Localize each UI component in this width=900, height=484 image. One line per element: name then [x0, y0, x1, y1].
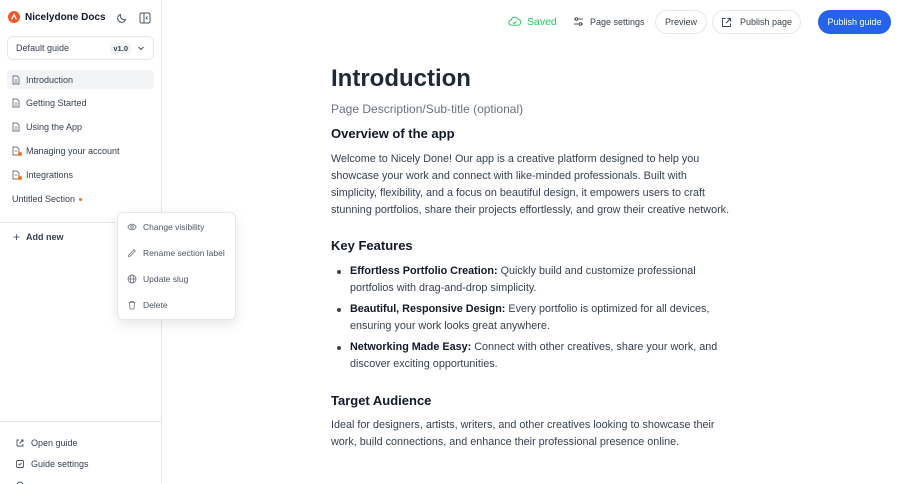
nav-item-label: Managing your account [26, 145, 120, 156]
guide-settings-label: Guide settings [31, 459, 89, 469]
divider [0, 222, 116, 223]
unpublished-dot [79, 197, 83, 201]
features-heading[interactable]: Key Features [331, 238, 413, 253]
eye-icon [127, 223, 137, 231]
add-new-label: Add new [26, 232, 64, 242]
nav-item-integrations[interactable]: Integrations [7, 165, 154, 184]
nav-item-label: Introduction [26, 74, 74, 85]
menu-item-rename-section-label[interactable]: Rename section label [127, 248, 225, 258]
saved-label: Saved [527, 15, 557, 28]
nav-item-getting-started[interactable]: Getting Started [7, 94, 154, 113]
feature-title: Networking Made Easy: [350, 341, 472, 353]
trash-icon [128, 301, 136, 310]
external-link-icon [16, 439, 24, 447]
publish-guide-button[interactable]: Publish guide [818, 10, 891, 34]
menu-item-change-visibility[interactable]: Change visibility [127, 222, 204, 232]
nav-item-label: Getting Started [26, 98, 87, 109]
guide-select-value: Default guide [16, 43, 70, 53]
unpublished-dot [18, 151, 22, 156]
features-list: Effortless Portfolio Creation: Quickly b… [331, 263, 731, 377]
nav-item-label: Integrations [26, 169, 74, 180]
section-label-text: Untitled Section [12, 194, 76, 204]
document-unpublished-icon [11, 170, 22, 180]
document-icon [11, 98, 21, 108]
document-icon [11, 122, 21, 132]
feature-title: Beautiful, Responsive Design: [350, 303, 506, 315]
chevron-down-icon [138, 46, 144, 51]
more-sidebar-link[interactable] [15, 480, 25, 484]
cloud-check-icon [508, 16, 521, 26]
section-context-menu: Change visibility Rename section label U… [117, 212, 236, 320]
list-item[interactable]: Effortless Portfolio Creation: Quickly b… [331, 263, 731, 297]
page-title[interactable]: Introduction [331, 65, 471, 93]
sidebar-toggle-icon[interactable] [139, 12, 151, 24]
preview-label: Preview [664, 17, 697, 27]
page-description[interactable]: Page Description/Sub-title (optional) [331, 102, 523, 116]
plus-icon: + [13, 230, 21, 244]
moon-icon[interactable] [116, 12, 128, 24]
menu-item-label: Update slug [143, 274, 189, 284]
menu-item-label: Change visibility [143, 222, 205, 232]
page-settings-button[interactable]: Page settings [573, 16, 645, 27]
guide-select[interactable]: Default guide v1.0 [7, 36, 154, 60]
open-guide-label: Open guide [31, 438, 78, 448]
list-item[interactable]: Networking Made Easy: Connect with other… [331, 339, 731, 373]
add-new-button[interactable]: + Add new [13, 230, 64, 244]
publish-page-label: Publish page [739, 17, 793, 27]
publish-page-button[interactable]: Publish page [712, 10, 801, 34]
audience-heading[interactable]: Target Audience [331, 393, 431, 408]
version-badge: v1.0 [110, 42, 131, 54]
guide-settings-link[interactable]: Guide settings [15, 459, 89, 469]
brand[interactable]: Nicelydone Docs [8, 11, 106, 23]
pencil-icon [127, 249, 136, 258]
menu-item-label: Delete [143, 300, 168, 310]
globe-icon [127, 274, 137, 284]
external-link-icon [722, 17, 731, 27]
section-label[interactable]: Untitled Section [12, 194, 83, 204]
sliders-icon [574, 17, 583, 26]
feature-title: Effortless Portfolio Creation: [350, 265, 498, 277]
page-settings-label: Page settings [590, 16, 645, 27]
guide-settings-icon [16, 460, 24, 468]
overview-paragraph[interactable]: Welcome to Nicely Done! Our app is a cre… [331, 151, 731, 219]
gear-icon [16, 481, 24, 484]
nav-item-introduction[interactable]: Introduction [7, 70, 154, 89]
brand-name: Nicelydone Docs [25, 11, 106, 23]
menu-item-update-slug[interactable]: Update slug [127, 274, 188, 284]
audience-paragraph[interactable]: Ideal for designers, artists, writers, a… [331, 417, 731, 451]
brand-logo-icon [8, 11, 20, 23]
list-item[interactable]: Beautiful, Responsive Design: Every port… [331, 301, 731, 335]
page-nav: Introduction Getting Started Using the A… [7, 70, 154, 189]
document-unpublished-icon [11, 146, 22, 156]
nav-item-using-the-app[interactable]: Using the App [7, 118, 154, 137]
open-guide-link[interactable]: Open guide [15, 438, 78, 448]
menu-item-label: Rename section label [143, 248, 225, 258]
menu-item-delete[interactable]: Delete [127, 300, 168, 310]
nav-item-label: Using the App [26, 122, 83, 133]
saved-status: Saved [508, 15, 557, 28]
overview-heading[interactable]: Overview of the app [331, 126, 455, 141]
sidebar-footer [0, 421, 161, 422]
publish-guide-label: Publish guide [827, 17, 882, 27]
nav-item-managing-your-account[interactable]: Managing your account [7, 141, 154, 160]
unpublished-dot [18, 175, 22, 180]
document-icon [11, 75, 21, 85]
preview-button[interactable]: Preview [655, 10, 707, 34]
